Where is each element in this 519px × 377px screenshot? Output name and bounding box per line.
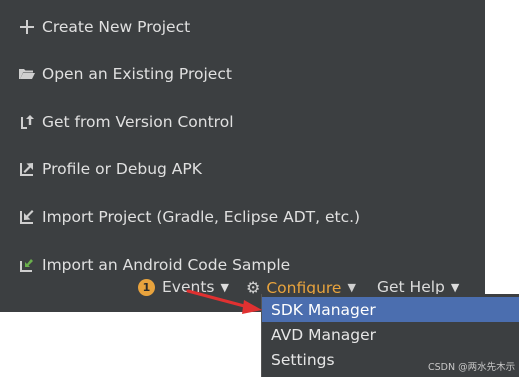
create-new-project-action[interactable]: Create New Project (18, 15, 190, 39)
plus-icon (18, 18, 36, 36)
import-code-sample-label: Import an Android Code Sample (42, 256, 291, 273)
profile-debug-apk-action[interactable]: Profile or Debug APK (18, 157, 202, 181)
chevron-down-icon: ▼ (450, 280, 460, 294)
folder-open-icon (18, 65, 36, 83)
menu-item-sdk-manager[interactable]: SDK Manager (262, 297, 519, 322)
debug-apk-icon (18, 160, 36, 178)
watermark: CSDN @两水先木示 (428, 362, 516, 373)
vcs-checkout-icon (18, 113, 36, 131)
get-from-version-control-label: Get from Version Control (42, 113, 234, 131)
chevron-down-icon: ▼ (347, 281, 356, 294)
import-project-icon (18, 208, 36, 226)
import-code-sample-action[interactable]: Import an Android Code Sample (18, 253, 290, 273)
get-from-version-control-action[interactable]: Get from Version Control (18, 110, 234, 134)
import-sample-icon (18, 256, 36, 273)
import-project-label: Import Project (Gradle, Eclipse ADT, etc… (42, 208, 361, 226)
menu-item-avd-manager[interactable]: AVD Manager (262, 322, 519, 347)
profile-debug-apk-label: Profile or Debug APK (42, 160, 202, 178)
red-arrow-annotation (186, 289, 262, 314)
events-count-badge: 1 (138, 279, 155, 296)
open-existing-project-label: Open an Existing Project (42, 65, 232, 83)
create-new-project-label: Create New Project (42, 18, 191, 36)
import-project-action[interactable]: Import Project (Gradle, Eclipse ADT, etc… (18, 205, 360, 229)
open-existing-project-action[interactable]: Open an Existing Project (18, 62, 232, 86)
welcome-panel: Create New Project Open an Existing Proj… (0, 0, 485, 312)
